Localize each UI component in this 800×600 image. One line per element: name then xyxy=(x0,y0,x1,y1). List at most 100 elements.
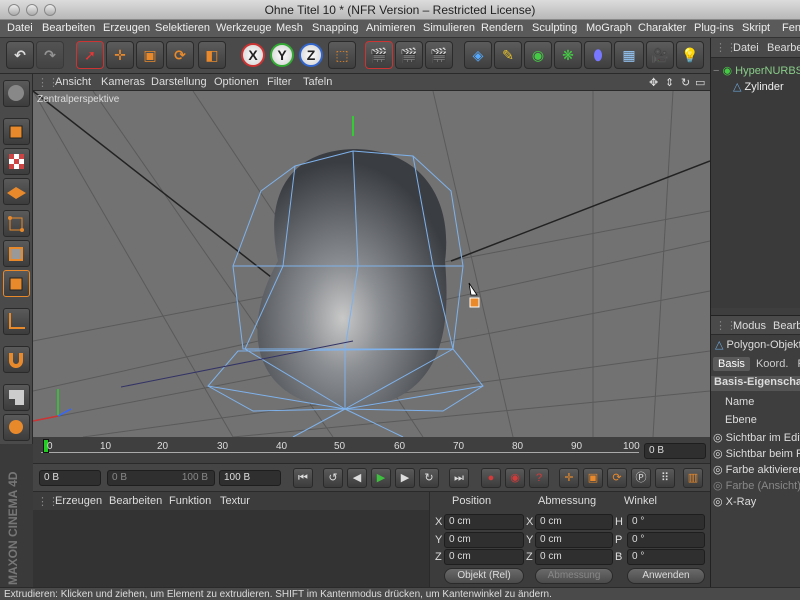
key-scale-button[interactable]: ▣ xyxy=(583,468,603,488)
vp-menu-darstellung[interactable]: Darstellung xyxy=(151,76,207,88)
menu-mograph[interactable]: MoGraph xyxy=(586,22,632,34)
menu-fenster[interactable]: Fenster xyxy=(782,22,800,34)
vp-menu-ansicht[interactable]: Ansicht xyxy=(55,76,91,88)
vp-menu-optionen[interactable]: Optionen xyxy=(214,76,259,88)
select-tool-button[interactable]: ➚ xyxy=(76,41,104,69)
undo-button[interactable]: ↶ xyxy=(6,41,34,69)
menu-datei[interactable]: Datei xyxy=(7,22,33,34)
size-z-field[interactable]: 0 cm xyxy=(535,549,613,565)
pan-view-icon[interactable]: ✥ xyxy=(649,76,658,89)
obj-menu-datei[interactable]: Datei xyxy=(733,42,759,54)
mat-menu-funktion[interactable]: Funktion xyxy=(169,495,211,507)
add-cube-button[interactable]: ◈ xyxy=(464,41,492,69)
key-rotation-button[interactable]: ⟳ xyxy=(607,468,627,488)
rotation-b-field[interactable]: 0 ° xyxy=(627,549,705,565)
move-tool-button[interactable]: ✛ xyxy=(106,41,134,69)
mat-menu-bearbeiten[interactable]: Bearbeiten xyxy=(109,495,162,507)
planar-workplane-button[interactable] xyxy=(3,414,30,441)
snap-button[interactable] xyxy=(3,346,30,373)
model-mode-button[interactable] xyxy=(3,118,30,145)
tab-koord[interactable]: Koord. xyxy=(753,357,791,371)
menu-rendern[interactable]: Rendern xyxy=(481,22,523,34)
mat-menu-erzeugen[interactable]: Erzeugen xyxy=(55,495,102,507)
attr-display-color[interactable]: ◎ Farbe (Ansicht) xyxy=(713,479,800,492)
menu-plugins[interactable]: Plug-ins xyxy=(694,22,734,34)
menu-mesh[interactable]: Mesh xyxy=(276,22,303,34)
menu-simulieren[interactable]: Simulieren xyxy=(423,22,475,34)
rotation-p-field[interactable]: 0 ° xyxy=(627,532,705,548)
zoom-window-button[interactable] xyxy=(44,4,56,16)
tree-item-zylinder[interactable]: △ Zylinder xyxy=(733,80,784,93)
apply-button[interactable]: Anwenden xyxy=(627,568,705,584)
menu-erzeugen[interactable]: Erzeugen xyxy=(103,22,150,34)
add-nurbs-button[interactable]: ◉ xyxy=(524,41,552,69)
menu-snapping[interactable]: Snapping xyxy=(312,22,359,34)
attr-xray[interactable]: ◎ X-Ray xyxy=(713,495,756,508)
tree-item-hypernurbs[interactable]: − ◉ HyperNURBS xyxy=(713,64,800,77)
autokey-button[interactable]: ◉ xyxy=(505,468,525,488)
key-position-button[interactable]: ✛ xyxy=(559,468,579,488)
end-frame-field[interactable]: 100 B xyxy=(219,470,281,486)
timeline-window-button[interactable]: ▥ xyxy=(683,468,703,488)
prev-frame-button[interactable]: ◀ xyxy=(347,468,367,488)
lock-y-button[interactable]: Y xyxy=(270,43,294,67)
edges-mode-button[interactable] xyxy=(3,240,30,267)
add-light-button[interactable]: 💡 xyxy=(676,41,704,69)
minimize-window-button[interactable] xyxy=(26,4,38,16)
rotate-tool-button[interactable]: ⟳ xyxy=(166,41,194,69)
position-z-field[interactable]: 0 cm xyxy=(444,549,524,565)
redo-button[interactable]: ↷ xyxy=(36,41,64,69)
record-keys-button[interactable]: ● xyxy=(481,468,501,488)
position-y-field[interactable]: 0 cm xyxy=(444,532,524,548)
attr-menu-modus[interactable]: Modus xyxy=(733,320,766,332)
next-key-button[interactable]: ↻ xyxy=(419,468,439,488)
prev-key-button[interactable]: ↺ xyxy=(323,468,343,488)
move-view-icon[interactable]: ⇕ xyxy=(665,76,674,89)
size-mode-select[interactable]: Abmessung xyxy=(535,568,613,584)
hypernurbs-object[interactable] xyxy=(257,149,447,409)
go-to-end-button[interactable]: ⏭ xyxy=(449,468,469,488)
menu-sculpting[interactable]: Sculpting xyxy=(532,22,577,34)
add-deformer-button[interactable]: ⬮ xyxy=(584,41,612,69)
tab-phong[interactable]: Ph xyxy=(794,357,800,371)
object-tree[interactable]: − ◉ HyperNURBS △ Zylinder xyxy=(711,58,800,308)
tab-basis[interactable]: Basis xyxy=(713,357,750,371)
render-settings-button[interactable]: 🎬 xyxy=(425,41,453,69)
play-button[interactable]: ▶ xyxy=(371,468,391,488)
expand-toggle-icon[interactable]: − xyxy=(713,65,719,77)
add-camera-button[interactable]: 🎥 xyxy=(646,41,674,69)
start-frame-field[interactable]: 0 B xyxy=(39,470,101,486)
preview-range-field[interactable]: 0 B 100 B xyxy=(107,470,215,486)
lock-x-button[interactable]: X xyxy=(241,43,265,67)
position-x-field[interactable]: 0 cm xyxy=(444,514,524,530)
add-scene-button[interactable]: ▦ xyxy=(614,41,644,69)
recent-tool-button[interactable]: ◧ xyxy=(198,41,226,69)
menu-charakter[interactable]: Charakter xyxy=(638,22,686,34)
mat-menu-textur[interactable]: Textur xyxy=(220,495,250,507)
next-frame-button[interactable]: ▶ xyxy=(395,468,415,488)
menu-bearbeiten[interactable]: Bearbeiten xyxy=(42,22,95,34)
rotation-h-field[interactable]: 0 ° xyxy=(627,514,705,530)
attr-use-color[interactable]: ◎ Farbe aktivieren xyxy=(713,463,800,476)
keyframe-selection-button[interactable]: ? xyxy=(529,468,549,488)
add-array-button[interactable]: ❋ xyxy=(554,41,582,69)
attr-menu-bearbeiten[interactable]: Bearbeiten xyxy=(773,320,800,332)
menu-animieren[interactable]: Animieren xyxy=(366,22,416,34)
render-picture-viewer-button[interactable]: 🎬 xyxy=(395,41,423,69)
lock-z-button[interactable]: Z xyxy=(299,43,323,67)
attr-visible-render[interactable]: ◎ Sichtbar beim Rendern xyxy=(713,447,800,460)
coordinate-mode-select[interactable]: Objekt (Rel) xyxy=(444,568,524,584)
current-frame-field[interactable]: 0 B xyxy=(644,443,706,459)
vp-menu-filter[interactable]: Filter xyxy=(267,76,291,88)
menu-selektieren[interactable]: Selektieren xyxy=(155,22,210,34)
lock-workplane-button[interactable] xyxy=(3,384,30,411)
rotate-view-icon[interactable]: ↻ xyxy=(681,76,690,89)
size-y-field[interactable]: 0 cm xyxy=(535,532,613,548)
close-window-button[interactable] xyxy=(8,4,20,16)
points-mode-button[interactable] xyxy=(3,210,30,237)
render-view-button[interactable]: 🎬 xyxy=(365,41,393,69)
add-spline-button[interactable]: ✎ xyxy=(494,41,522,69)
polygons-mode-button[interactable] xyxy=(3,270,30,297)
menu-skript[interactable]: Skript xyxy=(742,22,770,34)
vp-menu-kameras[interactable]: Kameras xyxy=(101,76,145,88)
